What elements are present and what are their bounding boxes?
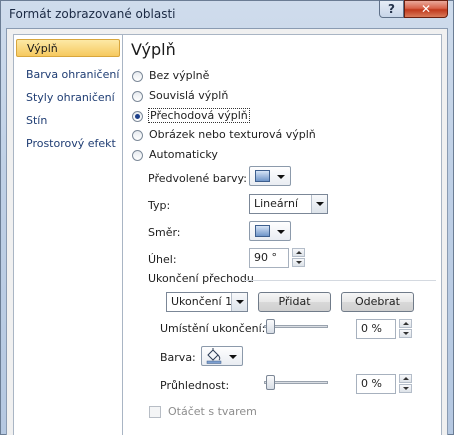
rotate-with-shape-checkbox[interactable]	[149, 406, 161, 418]
chevron-down-icon	[277, 175, 285, 179]
type-label: Typ:	[148, 199, 171, 212]
nav-item-label: Barva ohraničení	[26, 68, 120, 81]
nav-item-label: Stín	[26, 114, 48, 127]
angle-up-button[interactable]	[292, 248, 305, 257]
paint-bucket-icon	[206, 348, 222, 364]
question-icon: ?	[388, 2, 395, 16]
angle-label: Úhel:	[148, 253, 177, 266]
color-label: Barva:	[160, 351, 196, 364]
transparency-down-button[interactable]	[399, 384, 412, 393]
stop-position-label: Umístění ukončení:	[160, 322, 266, 335]
gradient-stop-value: Ukončení 1	[171, 295, 233, 308]
radio-picture-fill-label[interactable]: Obrázek nebo texturová výplň	[149, 128, 316, 141]
radio-automatic[interactable]	[132, 150, 143, 161]
stop-position-value: 0 %	[361, 322, 382, 335]
radio-picture-fill[interactable]	[132, 130, 143, 141]
transparency-up-button[interactable]	[399, 374, 412, 383]
divider	[244, 280, 436, 281]
chevron-down-icon	[277, 230, 285, 234]
radio-automatic-label[interactable]: Automaticky	[149, 148, 218, 161]
nav-item-shadow[interactable]: Stín	[14, 112, 122, 130]
chevron-down-icon	[316, 202, 324, 206]
panel-heading: Výplň	[131, 40, 176, 59]
close-button[interactable]: ✕	[404, 0, 448, 18]
transparency-label: Průhlednost:	[160, 379, 230, 392]
gradient-stop-select-button[interactable]	[231, 293, 247, 311]
type-value: Lineární	[254, 197, 299, 210]
type-select[interactable]: Lineární	[249, 194, 328, 214]
radio-gradient-fill-label[interactable]: Přechodová výplň	[148, 108, 250, 123]
direction-label: Směr:	[148, 226, 181, 239]
gradient-stops-heading: Ukončení přechodu	[148, 272, 254, 285]
angle-input[interactable]: 90 °	[249, 248, 289, 268]
direction-swatch	[255, 225, 270, 237]
angle-down-button[interactable]	[292, 258, 305, 267]
add-stop-label: Přidat	[278, 295, 311, 308]
transparency-thumb[interactable]	[266, 375, 275, 390]
nav-item-border-styles[interactable]: Styly ohraničení	[14, 89, 122, 107]
close-icon: ✕	[420, 2, 432, 16]
preset-swatch	[255, 170, 270, 182]
nav-item-3d-effect[interactable]: Prostorový efekt	[14, 135, 122, 153]
radio-solid-fill[interactable]	[132, 91, 143, 102]
rotate-with-shape-label: Otáčet s tvarem	[168, 405, 257, 418]
transparency-value: 0 %	[361, 377, 382, 390]
radio-no-fill[interactable]	[132, 71, 143, 82]
chevron-down-icon	[236, 300, 244, 304]
gradient-stop-select[interactable]: Ukončení 1	[166, 292, 248, 312]
angle-value: 90 °	[254, 251, 277, 264]
transparency-input[interactable]: 0 %	[356, 374, 396, 394]
help-button[interactable]: ?	[379, 0, 404, 18]
chevron-down-icon	[229, 355, 237, 359]
nav-item-label: Styly ohraničení	[26, 91, 115, 104]
remove-stop-label: Odebrat	[355, 295, 400, 308]
stop-position-up-button[interactable]	[399, 319, 412, 328]
stop-position-down-button[interactable]	[399, 329, 412, 338]
add-stop-button[interactable]: Přidat	[258, 292, 331, 312]
category-list: Výplň Barva ohraničení Styly ohraničení …	[13, 34, 123, 435]
radio-gradient-fill[interactable]	[132, 111, 143, 122]
radio-no-fill-label[interactable]: Bez výplně	[149, 69, 209, 82]
window-title: Formát zobrazované oblasti	[9, 7, 176, 21]
type-select-button[interactable]	[311, 195, 327, 213]
stop-position-input[interactable]: 0 %	[356, 319, 396, 339]
nav-item-label: Prostorový efekt	[26, 137, 116, 150]
direction-dropdown[interactable]	[249, 221, 291, 241]
stop-position-thumb[interactable]	[266, 319, 275, 334]
preset-colors-label: Předvolené barvy:	[148, 172, 247, 185]
remove-stop-button[interactable]: Odebrat	[341, 292, 414, 312]
nav-item-border-color[interactable]: Barva ohraničení	[14, 66, 122, 84]
nav-item-label: Výplň	[27, 42, 58, 55]
color-dropdown[interactable]	[201, 346, 243, 366]
nav-item-fill[interactable]: Výplň	[16, 39, 120, 57]
preset-colors-dropdown[interactable]	[249, 166, 291, 186]
radio-solid-fill-label[interactable]: Souvislá výplň	[149, 89, 228, 102]
